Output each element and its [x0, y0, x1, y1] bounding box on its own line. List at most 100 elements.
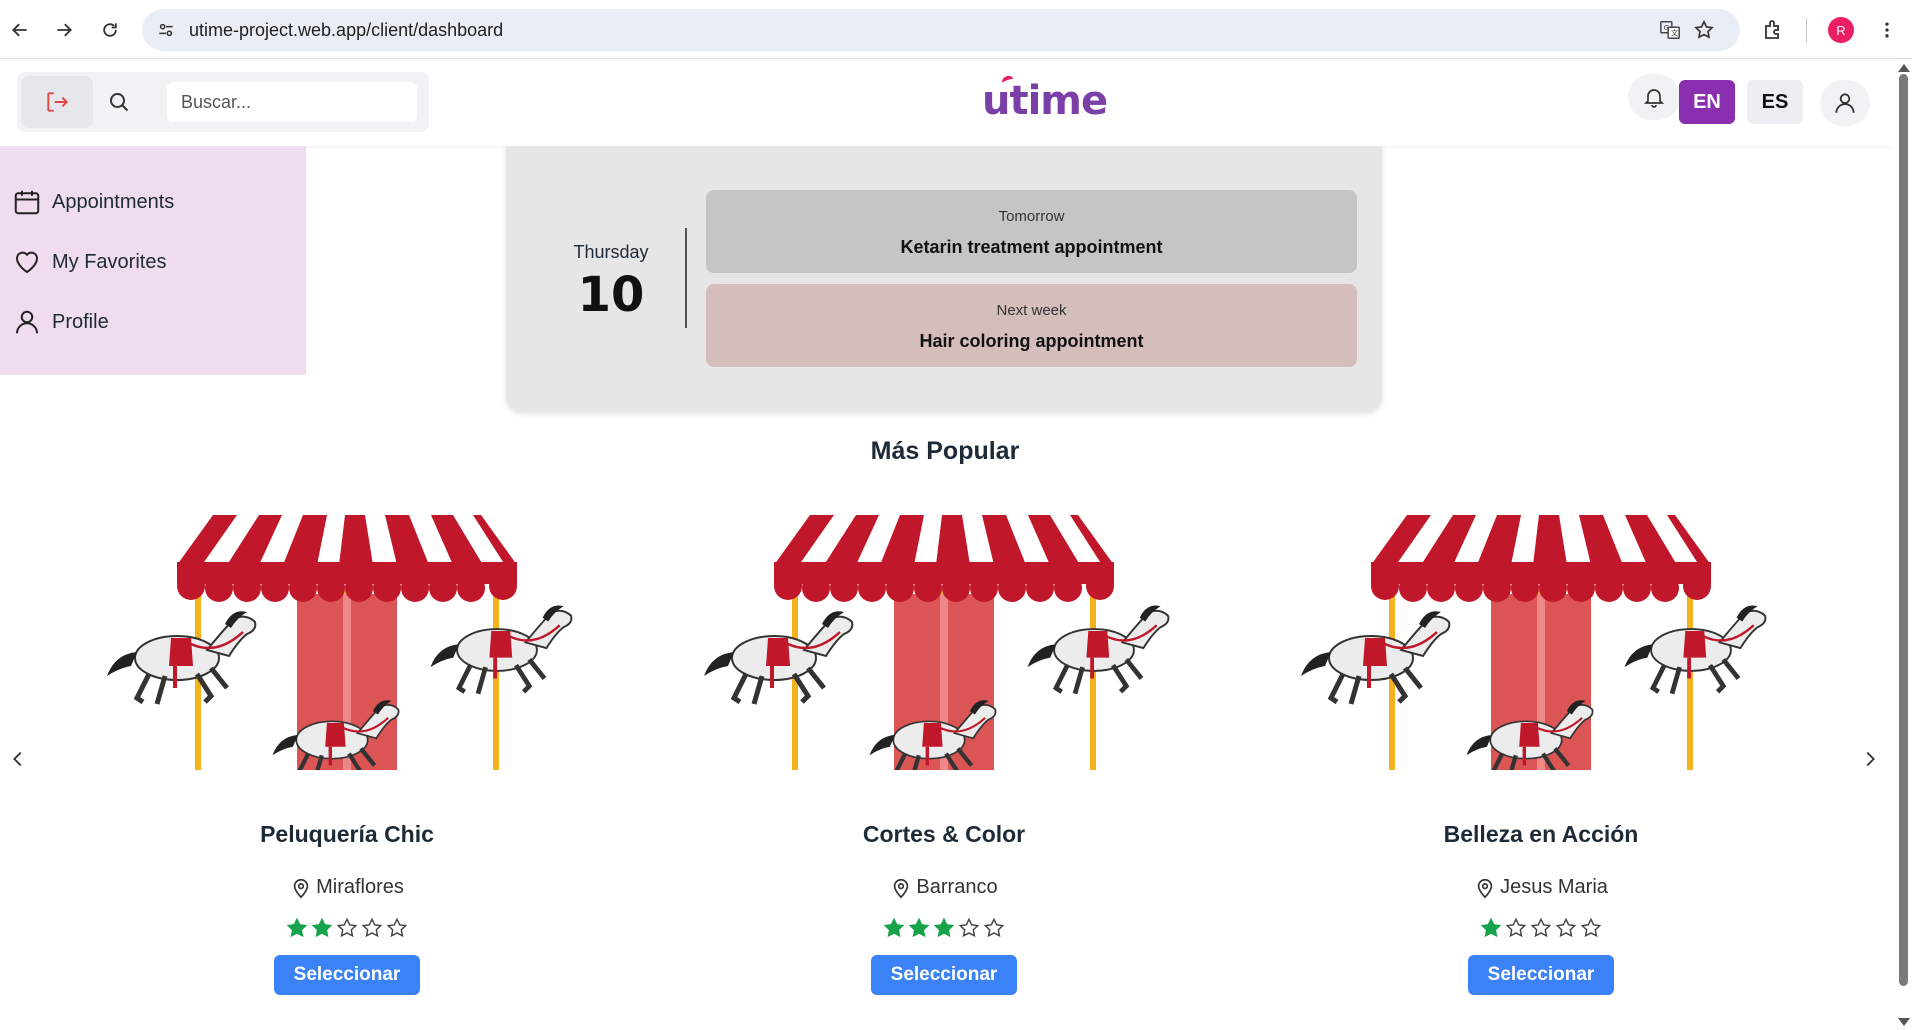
date-divider	[685, 228, 687, 328]
utime-logo[interactable]: utime	[982, 74, 1108, 126]
reload-icon	[103, 23, 117, 37]
search-icon	[110, 93, 129, 112]
appointment-when: Tomorrow	[998, 208, 1065, 225]
appointment-title: Hair coloring appointment	[919, 331, 1144, 351]
browser-profile-avatar[interactable]: R	[1828, 17, 1854, 43]
address-bar[interactable]: utime-project.web.app/client/dashboard G…	[142, 9, 1740, 51]
appointment-item[interactable]: Next week Hair coloring appointment	[706, 284, 1357, 367]
star-empty-icon	[336, 917, 358, 938]
sidebar-item-label: Profile	[52, 310, 109, 333]
star-empty-icon	[983, 917, 1005, 938]
select-salon-button[interactable]: Seleccionar	[871, 955, 1017, 995]
select-salon-button[interactable]: Seleccionar	[1468, 955, 1614, 995]
salon-card: Belleza en Acción Jesus Maria Selecciona…	[1301, 510, 1781, 1010]
arrow-left-icon	[12, 23, 27, 37]
chevron-left-icon	[13, 751, 22, 767]
lang-en-button[interactable]: EN	[1679, 80, 1735, 124]
toolbar-divider	[1806, 18, 1807, 42]
star-filled-icon	[883, 917, 905, 938]
sidebar-item-label: Appointments	[52, 190, 175, 213]
salon-card: Cortes & Color Barranco Seleccionar	[704, 510, 1184, 1010]
salon-rating	[107, 917, 587, 939]
sidebar-item-profile[interactable]: Profile	[12, 302, 109, 342]
salon-card: Peluquería Chic Miraflores Seleccionar	[107, 510, 587, 1010]
salon-image[interactable]	[704, 510, 1184, 770]
translate-icon[interactable]: G文	[1658, 18, 1682, 42]
salon-location-text: Barranco	[916, 876, 998, 898]
url-text[interactable]: utime-project.web.app/client/dashboard	[189, 20, 503, 41]
appointment-title: Ketarin treatment appointment	[900, 237, 1163, 257]
scroll-down-arrow[interactable]	[1898, 1018, 1910, 1026]
app-header: utime EN ES	[0, 60, 1895, 146]
star-empty-icon	[958, 917, 980, 938]
bookmark-star-icon[interactable]	[1692, 18, 1716, 42]
user-menu-button[interactable]	[1820, 80, 1870, 126]
site-settings-icon[interactable]	[154, 18, 178, 42]
salon-location: Barranco	[704, 876, 1184, 899]
carousel-next-button[interactable]	[1858, 744, 1882, 774]
user-icon	[16, 310, 38, 334]
select-salon-button[interactable]: Seleccionar	[274, 955, 420, 995]
star-empty-icon	[386, 917, 408, 938]
salon-location: Miraflores	[107, 876, 587, 899]
salon-location-text: Miraflores	[316, 876, 404, 898]
star-filled-icon	[311, 917, 333, 938]
day-number: 10	[577, 267, 645, 323]
salon-name: Peluquería Chic	[260, 821, 434, 847]
star-empty-icon	[361, 917, 383, 938]
search-button[interactable]	[89, 76, 149, 128]
appointment-when: Next week	[996, 302, 1067, 319]
calendar-icon	[14, 190, 40, 215]
logout-icon	[47, 92, 69, 112]
carousel-prev-button[interactable]	[6, 744, 30, 774]
chevron-right-icon	[1866, 751, 1875, 767]
user-icon	[1835, 93, 1855, 113]
star-filled-icon	[908, 917, 930, 938]
extensions-icon[interactable]	[1761, 18, 1785, 42]
salon-name: Belleza en Acción	[1443, 821, 1639, 847]
day-name: Thursday	[573, 242, 649, 262]
sidebar-item-appointments[interactable]: Appointments	[12, 182, 174, 222]
svg-text:文: 文	[1671, 29, 1679, 38]
logo-text: utime	[982, 78, 1108, 124]
sidebar: Appointments My Favorites Profile	[0, 146, 306, 375]
salon-location: Jesus Maria	[1301, 876, 1781, 899]
heart-icon	[15, 251, 39, 274]
reload-button[interactable]	[92, 12, 128, 48]
salon-rating	[1301, 917, 1781, 939]
search-input[interactable]	[167, 82, 417, 122]
star-empty-icon	[1555, 917, 1577, 938]
page-scrollbar[interactable]	[1895, 60, 1912, 1030]
date-display: Thursday 10	[546, 242, 676, 323]
location-pin-icon	[1477, 878, 1493, 898]
location-pin-icon	[293, 878, 309, 898]
back-button[interactable]	[2, 12, 38, 48]
star-filled-icon	[1480, 917, 1502, 938]
star-empty-icon	[1530, 917, 1552, 938]
salon-rating	[704, 917, 1184, 939]
scroll-up-arrow[interactable]	[1898, 64, 1910, 72]
location-pin-icon	[894, 878, 909, 898]
notifications-button[interactable]	[1628, 74, 1680, 120]
salon-location-text: Jesus Maria	[1500, 876, 1608, 898]
browser-menu-icon[interactable]	[1875, 18, 1899, 42]
arrow-right-icon	[57, 23, 72, 37]
lang-es-button[interactable]: ES	[1747, 80, 1803, 124]
salon-image[interactable]	[107, 510, 587, 770]
upcoming-appointments-card: Thursday 10 Tomorrow Ketarin treatment a…	[506, 146, 1382, 412]
logout-button[interactable]	[21, 76, 93, 128]
star-filled-icon	[286, 917, 308, 938]
star-empty-icon	[1580, 917, 1602, 938]
sidebar-item-label: My Favorites	[52, 250, 167, 273]
sidebar-item-favorites[interactable]: My Favorites	[12, 242, 166, 282]
scroll-thumb[interactable]	[1899, 74, 1908, 986]
forward-button[interactable]	[46, 12, 82, 48]
salon-name: Cortes & Color	[862, 821, 1026, 847]
salon-image[interactable]	[1301, 510, 1781, 770]
header-actions	[17, 72, 429, 132]
star-empty-icon	[1505, 917, 1527, 938]
appointment-item[interactable]: Tomorrow Ketarin treatment appointment	[706, 190, 1357, 273]
star-filled-icon	[933, 917, 955, 938]
popular-section-title: Más Popular	[870, 437, 1020, 465]
bell-icon	[1643, 89, 1665, 108]
